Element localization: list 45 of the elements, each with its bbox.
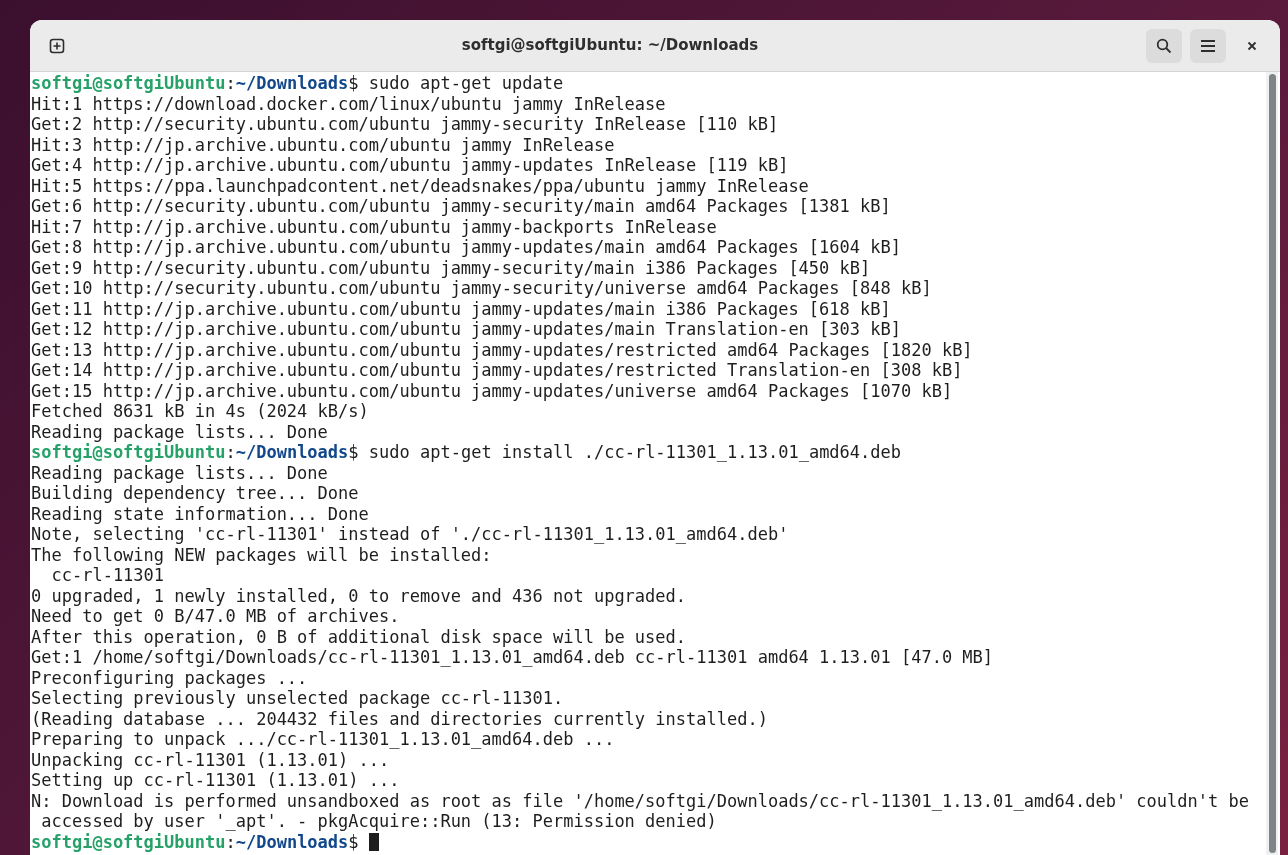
output-line: Building dependency tree... Done <box>31 483 359 504</box>
output-line: Setting up cc-rl-11301 (1.13.01) ... <box>31 770 400 791</box>
output-line: Preconfiguring packages ... <box>31 667 308 688</box>
output-line: Hit:7 http://jp.archive.ubuntu.com/ubuntu jammy-backports InRelease <box>31 216 717 237</box>
output-line: Selecting previously unselected package cc-rl-11301. <box>31 688 564 709</box>
output-line: After this operation, 0 B of additional disk space will be used. <box>31 626 687 647</box>
output-line: Get:14 http://jp.archive.ubuntu.com/ubuntu jammy-updates/restricted Translation-en [308 kB] <box>31 360 963 381</box>
menu-icon <box>1200 38 1216 53</box>
output-line: The following NEW packages will be installed: <box>31 544 492 565</box>
output-line: Get:2 http://security.ubuntu.com/ubuntu jammy-security InRelease [110 kB] <box>31 114 779 135</box>
prompt-line: softgi@softgiUbuntu:~/Downloads$ sudo apt-get install ./cc-rl-11301_1.13.01_amd64.deb <box>31 442 901 463</box>
search-icon <box>1156 37 1172 54</box>
output-line: Get:4 http://jp.archive.ubuntu.com/ubuntu jammy-updates InRelease [119 kB] <box>31 155 789 176</box>
output-line: Get:11 http://jp.archive.ubuntu.com/ubuntu jammy-updates/main i386 Packages [618 kB] <box>31 298 891 319</box>
output-line: Reading package lists... Done <box>31 421 328 442</box>
window-title: softgi@softgiUbuntu: ~/Downloads <box>461 35 759 57</box>
output-line: Reading state information... Done <box>31 503 369 524</box>
output-line: N: Download is performed unsandboxed as root as file '/home/softgi/Downloads/cc-rl-11301_1.13.01_amd64.deb' couldn't be <box>31 790 1249 811</box>
output-line: Get:6 http://security.ubuntu.com/ubuntu jammy-security/main amd64 Packages [1381 kB] <box>31 196 891 217</box>
output-line: Fetched 8631 kB in 4s (2024 kB/s) <box>31 401 369 422</box>
output-line: Get:10 http://security.ubuntu.com/ubuntu jammy-security/universe amd64 Packages [848 kB] <box>31 278 932 299</box>
output-line: Get:12 http://jp.archive.ubuntu.com/ubuntu jammy-updates/main Translation-en [303 kB] <box>31 319 901 340</box>
output-line: Get:15 http://jp.archive.ubuntu.com/ubuntu jammy-updates/universe amd64 Packages [1070 kB] <box>31 380 953 401</box>
menu-button[interactable] <box>1190 28 1226 63</box>
output-line: 0 upgraded, 1 newly installed, 0 to remove and 436 not upgraded. <box>31 585 687 606</box>
output-line: cc-rl-11301 <box>50 565 165 586</box>
prompt-line: softgi@softgiUbuntu:~/Downloads$ <box>31 831 360 852</box>
output-line: Unpacking cc-rl-11301 (1.13.01) ... <box>31 749 390 770</box>
search-button[interactable] <box>1146 28 1182 63</box>
output-line: Hit:3 http://jp.archive.ubuntu.com/ubuntu jammy InRelease <box>31 134 615 155</box>
output-line: Need to get 0 B/47.0 MB of archives. <box>31 606 400 627</box>
output-line: Hit:1 https://download.docker.com/linux/ubuntu jammy InRelease <box>31 93 666 114</box>
output-line: Reading package lists... Done <box>31 462 328 483</box>
new-tab-icon <box>49 37 65 54</box>
prompt-line: softgi@softgiUbuntu:~/Downloads$ sudo apt-get update <box>31 73 564 94</box>
output-line: Get:9 http://security.ubuntu.com/ubuntu jammy-security/main i386 Packages [450 kB] <box>31 257 871 278</box>
output-line: Preparing to unpack .../cc-rl-11301_1.13.01_amd64.deb ... <box>31 729 615 750</box>
output-line: Get:13 http://jp.archive.ubuntu.com/ubuntu jammy-updates/restricted amd64 Packages [1820 kB] <box>31 339 973 360</box>
output-line: Hit:5 https://ppa.launchpadcontent.net/deadsnakes/ppa/ubuntu jammy InRelease <box>31 175 809 196</box>
output-line: (Reading database ... 204432 files and directories currently installed.) <box>31 708 768 729</box>
output-line: accessed by user '_apt'. - pkgAcquire::Run (13: Permission denied) <box>40 811 717 832</box>
output-line: Get:8 http://jp.archive.ubuntu.com/ubuntu jammy-updates/main amd64 Packages [1604 kB] <box>31 237 901 258</box>
output-line: Get:1 /home/softgi/Downloads/cc-rl-11301_1.13.01_amd64.deb cc-rl-11301 amd64 1.13.01 [47.0 MB] <box>31 647 994 668</box>
close-icon <box>1247 40 1257 51</box>
output-line: Note, selecting 'cc-rl-11301' instead of './cc-rl-11301_1.13.01_amd64.deb' <box>31 524 789 545</box>
